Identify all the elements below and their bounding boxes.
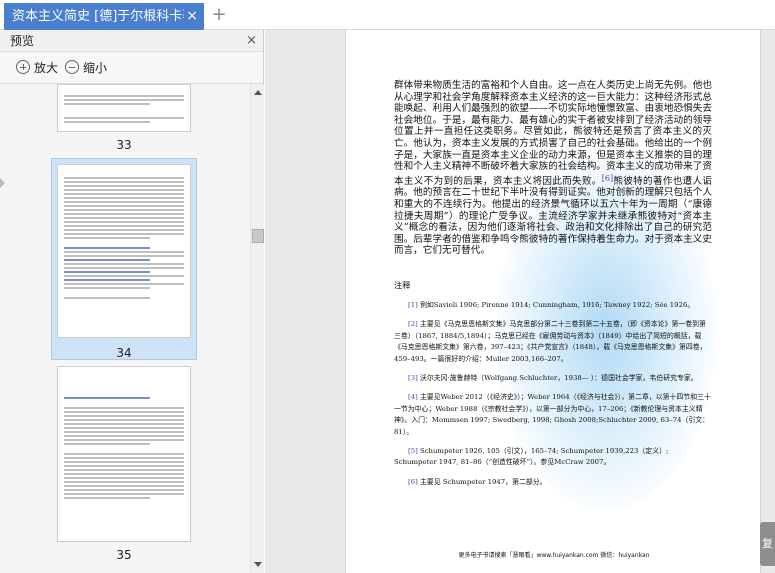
body-paragraph: 群体带来物质生活的富裕和个人自由。这一点在人类历史上尚无先例。他也从心理学和社会…	[394, 80, 712, 257]
note-text: 主要见《马克思恩格斯文集》马克思部分第二十三卷到第二十五卷，（即《资本论》第一卷…	[394, 320, 707, 363]
tab-title: 资本主义简史 [德]于尔根科卡著	[12, 9, 184, 24]
tab-close-icon[interactable]: ×	[186, 3, 198, 30]
scroll-up-arrow-icon[interactable]	[254, 90, 262, 95]
new-tab-plus-icon[interactable]: +	[210, 3, 228, 27]
zoom-in-button[interactable]: 放大	[16, 58, 58, 78]
side-tool-tab[interactable]: 复	[760, 522, 775, 566]
note-item: [5] Schumpeter 1926, 105（引文），165–74; Sch…	[394, 446, 712, 469]
preview-panel: 预览 × 放大 缩小 33 34 35	[0, 30, 264, 573]
zoom-in-label: 放大	[34, 61, 59, 75]
note-number[interactable]: [1]	[408, 301, 418, 309]
thumbnail-page-number: 34	[116, 346, 132, 360]
scrollbar-thumb[interactable]	[252, 229, 264, 243]
thumbnail-image	[57, 366, 191, 542]
thumbnail-list: 33 34 35	[0, 84, 250, 573]
note-item: [6] 主要见 Schumpeter 1947，第二部分。	[394, 477, 712, 488]
paragraph-text-2: 熊彼特的著作也遭人诟病。他的预言在二十世纪下半叶没有得到证实。他对创新的理解只包…	[394, 175, 712, 257]
note-number[interactable]: [4]	[408, 393, 418, 401]
zoom-out-label: 缩小	[83, 61, 108, 75]
note-item: [1] 例如Savioli 1906; Pirenne 1914; Cunnin…	[394, 300, 712, 311]
document-tab[interactable]: 资本主义简史 [德]于尔根科卡著 ×	[4, 3, 204, 30]
note-text: 例如Savioli 1906; Pirenne 1914; Cunningham…	[419, 301, 695, 309]
zoom-in-icon	[16, 60, 30, 74]
preview-title: 预览	[10, 34, 35, 48]
scroll-down-arrow-icon[interactable]	[254, 562, 262, 567]
notes-list: [1] 例如Savioli 1906; Pirenne 1914; Cunnin…	[394, 300, 712, 496]
zoom-out-icon	[65, 60, 79, 74]
note-text: 主要见Weber 2012（《经济史》）；Weber 1964（《经济与社会》）…	[394, 393, 711, 436]
zoom-toolbar: 放大 缩小	[0, 52, 263, 84]
note-number[interactable]: [6]	[408, 478, 418, 486]
note-text: 沃尔夫冈·施鲁赫特（Wolfgang Schluchter，1938— ）：德国…	[419, 374, 698, 383]
paragraph-text-1: 群体带来物质生活的富裕和个人自由。这一点在人类历史上尚无先例。他也从心理学和社会…	[394, 80, 712, 187]
note-number[interactable]: [3]	[408, 374, 418, 382]
note-text: 主要见 Schumpeter 1947，第二部分。	[419, 477, 547, 486]
preview-header: 预览 ×	[0, 30, 263, 52]
document-view[interactable]: 群体带来物质生活的富裕和个人自由。这一点在人类历史上尚无先例。他也从心理学和社会…	[265, 30, 775, 573]
thumbnail-page-number: 33	[116, 138, 132, 152]
preview-scrollbar[interactable]	[250, 84, 264, 573]
thumbnail-image	[57, 164, 191, 338]
panel-collapse-notch-icon[interactable]	[0, 178, 5, 188]
document-page: 群体带来物质生活的富裕和个人自由。这一点在人类历史上尚无先例。他也从心理学和社会…	[345, 30, 761, 573]
page-footer: 更多电子书请搜索「慧眼看」www.huiyankan.com 微信：huiyan…	[458, 552, 650, 559]
note-number[interactable]: [2]	[408, 320, 418, 328]
preview-close-icon[interactable]: ×	[246, 30, 257, 52]
zoom-out-button[interactable]: 缩小	[65, 58, 107, 78]
thumbnail-image	[57, 84, 191, 132]
note-number[interactable]: [5]	[408, 447, 418, 455]
note-item: [2] 主要见《马克思恩格斯文集》马克思部分第二十三卷到第二十五卷，（即《资本论…	[394, 319, 712, 365]
notes-heading: 注释	[394, 280, 411, 290]
tab-bar: 资本主义简史 [德]于尔根科卡著 × +	[0, 0, 775, 30]
footnote-ref-6[interactable]: [6]	[602, 174, 613, 183]
thumbnail-page-number: 35	[116, 548, 132, 562]
note-item: [4] 主要见Weber 2012（《经济史》）；Weber 1964（《经济与…	[394, 392, 712, 438]
note-item: [3] 沃尔夫冈·施鲁赫特（Wolfgang Schluchter，1938— …	[394, 373, 712, 384]
note-text: Schumpeter 1926, 105（引文），165–74; Schumpe…	[394, 447, 669, 467]
